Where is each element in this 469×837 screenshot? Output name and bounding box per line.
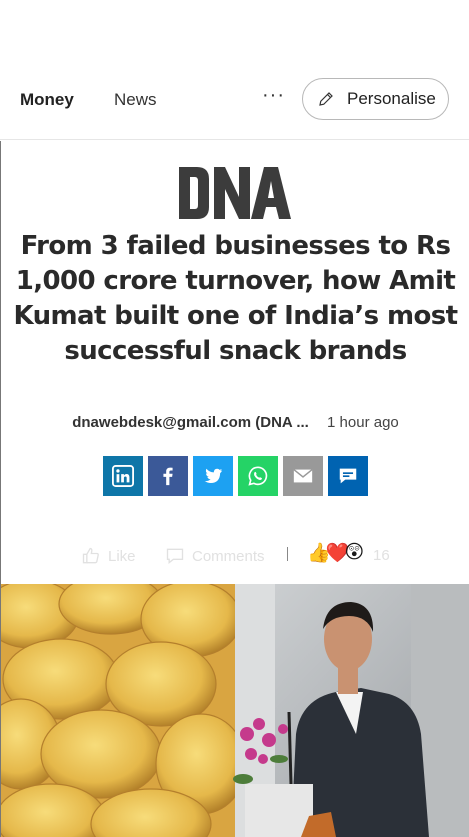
facebook-icon	[163, 467, 173, 486]
tab-money[interactable]: Money	[20, 90, 74, 110]
comment-bubble-icon	[166, 548, 184, 565]
linkedin-icon	[112, 465, 134, 487]
whatsapp-icon	[248, 466, 268, 486]
social-divider	[287, 547, 288, 561]
pencil-icon	[319, 92, 333, 106]
dna-logo	[179, 167, 291, 219]
personalise-button[interactable]: Personalise	[302, 78, 449, 120]
share-whatsapp-button[interactable]	[238, 456, 278, 496]
share-facebook-button[interactable]	[148, 456, 188, 496]
share-twitter-button[interactable]	[193, 456, 233, 496]
comments-label: Comments	[192, 547, 265, 565]
twitter-icon	[204, 468, 223, 483]
reactions-summary[interactable]: 👍 ❤️ 😲	[307, 541, 364, 565]
author-name: dnawebdesk@gmail.com (DNA ...	[72, 414, 309, 431]
share-mail-button[interactable]	[283, 456, 323, 496]
surprised-reaction-icon: 😲	[344, 542, 365, 563]
share-bar	[103, 456, 368, 496]
byline: dnawebdesk@gmail.com (DNA ... 1 hour ago	[1, 414, 469, 431]
like-button[interactable]: Like	[81, 546, 136, 566]
reaction-count: 16	[373, 547, 390, 564]
mail-icon	[293, 469, 313, 483]
comment-icon	[339, 468, 357, 484]
like-label: Like	[108, 547, 136, 565]
article-headline[interactable]: From 3 failed businesses to Rs 1,000 cro…	[11, 229, 460, 369]
comments-button[interactable]: Comments	[165, 546, 265, 566]
thumbs-up-icon	[82, 547, 99, 564]
tab-news[interactable]: News	[114, 90, 157, 110]
article-hero-image[interactable]	[1, 584, 469, 837]
social-bar: Like Comments 👍 ❤️ 😲 16	[1, 541, 469, 571]
share-comment-button[interactable]	[328, 456, 368, 496]
article-card: From 3 failed businesses to Rs 1,000 cro…	[0, 141, 469, 837]
share-linkedin-button[interactable]	[103, 456, 143, 496]
publish-time: 1 hour ago	[327, 414, 399, 431]
personalise-label: Personalise	[347, 89, 436, 108]
top-nav-bar: Money News ··· Personalise	[0, 60, 469, 140]
more-options-button[interactable]: ···	[262, 84, 285, 107]
